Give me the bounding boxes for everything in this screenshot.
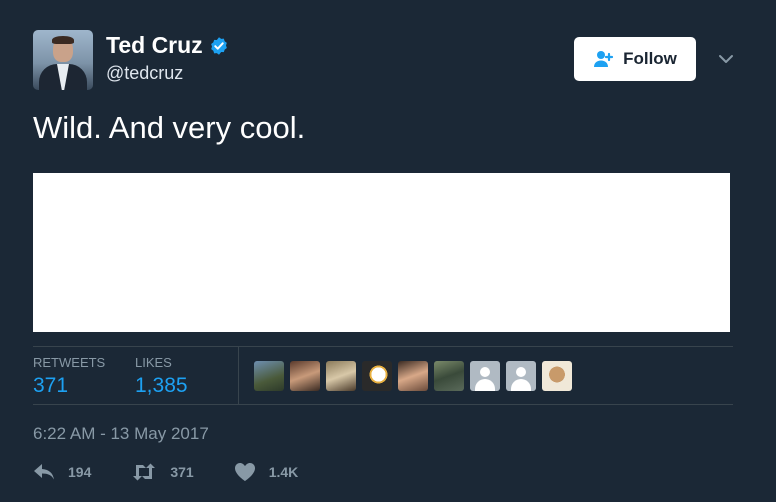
retweet-button[interactable]: 371	[131, 463, 194, 481]
stats-bottom-divider	[33, 404, 733, 405]
user-handle[interactable]: @tedcruz	[106, 63, 183, 84]
name-row: Ted Cruz	[106, 32, 229, 59]
follow-person-icon	[594, 51, 614, 67]
follow-button[interactable]: Follow	[574, 37, 696, 81]
liker-avatar-default[interactable]	[506, 361, 536, 391]
retweets-label: RETWEETS	[33, 355, 106, 370]
liker-avatar[interactable]	[542, 361, 572, 391]
liker-avatar[interactable]	[398, 361, 428, 391]
follow-button-label: Follow	[623, 49, 677, 68]
liker-avatar[interactable]	[326, 361, 356, 391]
display-name[interactable]: Ted Cruz	[106, 32, 203, 59]
avatar-hair	[52, 36, 74, 44]
tweet-media[interactable]	[33, 173, 730, 332]
liker-avatar[interactable]	[362, 361, 392, 391]
tweet-text: Wild. And very cool.	[33, 110, 306, 145]
liker-avatars	[254, 361, 578, 391]
retweet-icon	[133, 463, 156, 481]
verified-badge-icon	[210, 36, 227, 55]
tweet-timestamp[interactable]: 6:22 AM - 13 May 2017	[33, 424, 209, 444]
reply-count: 194	[68, 464, 92, 480]
liker-avatar[interactable]	[290, 361, 320, 391]
avatar[interactable]	[33, 30, 93, 90]
liker-avatar[interactable]	[434, 361, 464, 391]
heart-icon	[234, 463, 255, 481]
like-button[interactable]: 1.4K	[234, 462, 299, 482]
tweet-actions: 194 371 1.4K	[33, 462, 338, 482]
likes-label: LIKES	[135, 355, 172, 370]
stats-separator	[238, 347, 239, 405]
chevron-down-icon[interactable]	[717, 50, 735, 68]
tweet-header: Ted Cruz @tedcruz Follow	[33, 30, 744, 92]
tweet-stats: RETWEETS 371 LIKES 1,385	[33, 347, 733, 405]
reply-icon	[34, 464, 54, 480]
retweets-value: 371	[33, 374, 69, 397]
likes-stat[interactable]: LIKES 1,385	[135, 355, 188, 398]
like-count: 1.4K	[268, 464, 299, 480]
likes-value: 1,385	[135, 374, 188, 397]
retweet-count: 371	[170, 464, 194, 480]
liker-avatar[interactable]	[254, 361, 284, 391]
liker-avatar-default[interactable]	[470, 361, 500, 391]
retweets-stat[interactable]: RETWEETS 371	[33, 355, 105, 398]
reply-button[interactable]: 194	[33, 463, 91, 481]
